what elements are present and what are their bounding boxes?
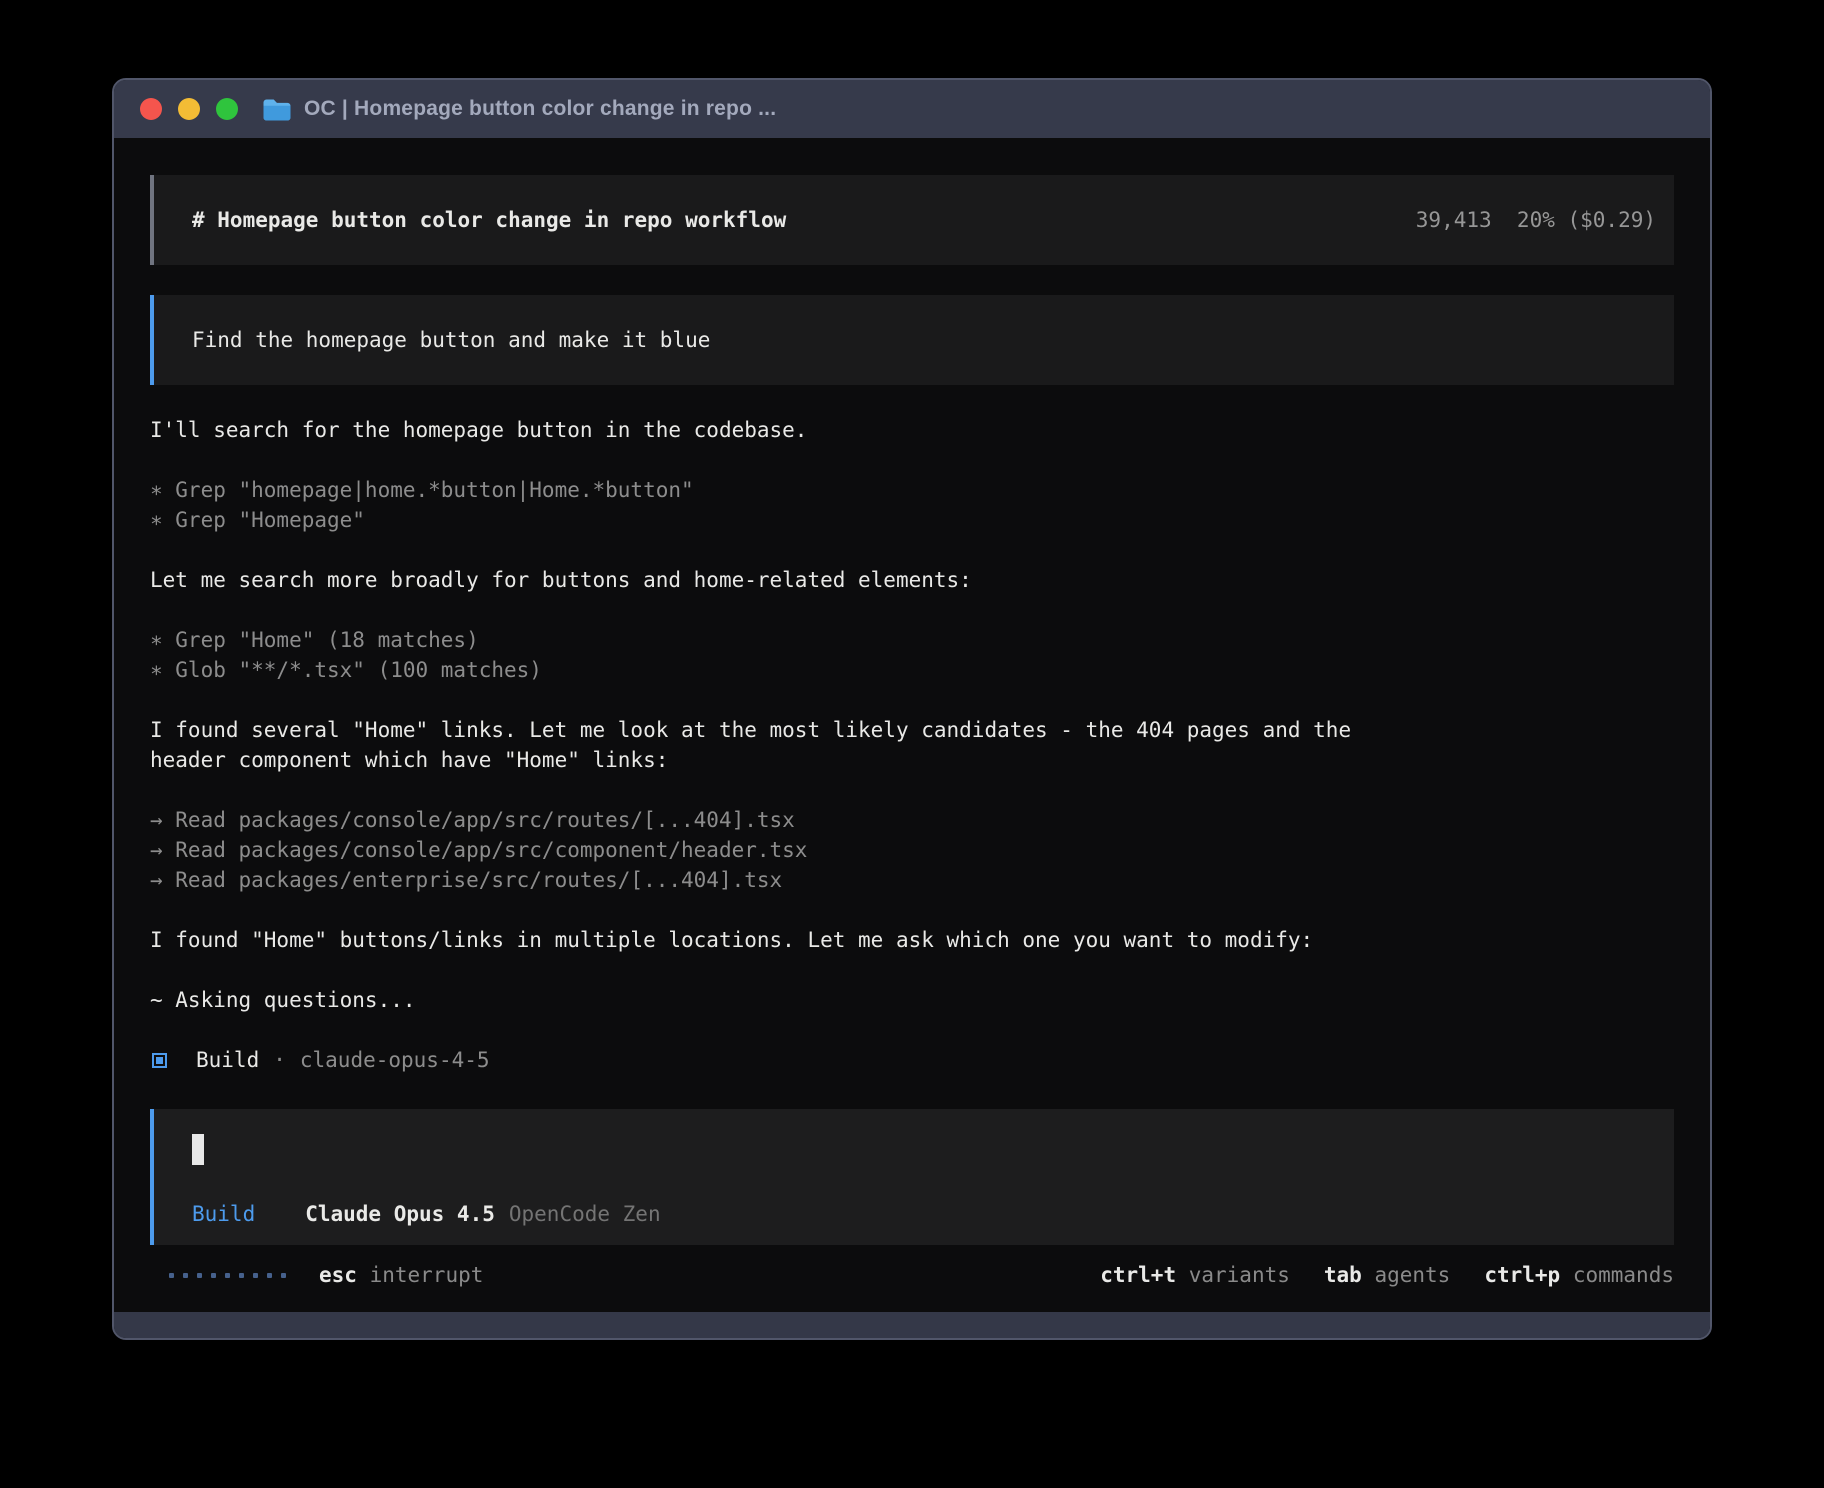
assistant-line: Let me search more broadly for buttons a… <box>150 565 1674 595</box>
traffic-lights <box>140 98 238 120</box>
titlebar[interactable]: OC | Homepage button color change in rep… <box>114 80 1710 138</box>
assistant-line: → Read packages/enterprise/src/routes/[.… <box>150 865 1674 895</box>
folder-icon <box>262 98 291 121</box>
spinner-dot <box>197 1273 202 1278</box>
spinner-dot <box>169 1273 174 1278</box>
assistant-line <box>150 685 1674 715</box>
status-separator: · <box>273 1048 286 1072</box>
user-message-text: Find the homepage button and make it blu… <box>192 328 710 352</box>
assistant-line: header component which have "Home" links… <box>150 745 1674 775</box>
assistant-line: ∗ Grep "Homepage" <box>150 505 1674 535</box>
zoom-button[interactable] <box>216 98 238 120</box>
window-bottom-edge <box>114 1312 1710 1338</box>
terminal-content: # Homepage button color change in repo w… <box>114 138 1710 1312</box>
shortcut-hint: esc interrupt <box>319 1263 483 1287</box>
shortcut-key: esc <box>319 1263 357 1287</box>
user-message-block: Find the homepage button and make it blu… <box>150 295 1674 385</box>
shortcut-hint: ctrl+p commands <box>1484 1263 1674 1287</box>
status-bar-left: esc interrupt <box>169 1263 483 1287</box>
shortcut-label: variants <box>1176 1263 1290 1287</box>
shortcut-label: agents <box>1362 1263 1451 1287</box>
footer-left-hints: esc interrupt <box>286 1263 483 1287</box>
assistant-line <box>150 595 1674 625</box>
agent-model: claude-opus-4-5 <box>300 1048 490 1072</box>
agent-name: Build <box>196 1048 259 1072</box>
window-title: OC | Homepage button color change in rep… <box>304 97 776 121</box>
shortcut-label: interrupt <box>357 1263 483 1287</box>
assistant-line: ∗ Grep "homepage|home.*button|Home.*butt… <box>150 475 1674 505</box>
status-bar-right: ctrl+t variants tab agents ctrl+p commands <box>1066 1263 1674 1287</box>
spinner-dot <box>239 1273 244 1278</box>
assistant-line <box>150 775 1674 805</box>
shortcut-key: ctrl+p <box>1484 1263 1560 1287</box>
spinner-dot <box>267 1273 272 1278</box>
spinner-dot <box>253 1273 258 1278</box>
session-stats: 39,413 20% ($0.29) <box>1416 208 1656 232</box>
shortcut-label: commands <box>1560 1263 1674 1287</box>
assistant-line <box>150 445 1674 475</box>
assistant-line: → Read packages/console/app/src/componen… <box>150 835 1674 865</box>
assistant-output: I'll search for the homepage button in t… <box>150 415 1674 1045</box>
spinner-dots <box>169 1273 286 1278</box>
terminal-window: OC | Homepage button color change in rep… <box>112 78 1712 1340</box>
close-button[interactable] <box>140 98 162 120</box>
input-model[interactable]: Claude Opus 4.5 <box>305 1202 495 1226</box>
spinner-dot <box>211 1273 216 1278</box>
prompt-input[interactable]: Build Claude Opus 4.5 OpenCode Zen <box>150 1109 1674 1245</box>
spinner-dot <box>183 1273 188 1278</box>
assistant-line <box>150 1015 1674 1045</box>
shortcut-hint: tab agents <box>1324 1263 1450 1287</box>
shortcut-key: tab <box>1324 1263 1362 1287</box>
input-provider: OpenCode Zen <box>509 1202 661 1226</box>
input-mode[interactable]: Build <box>192 1202 255 1226</box>
shortcut-key: ctrl+t <box>1100 1263 1176 1287</box>
input-meta: Build Claude Opus 4.5 OpenCode Zen <box>192 1202 1636 1226</box>
assistant-line: ∗ Glob "**/*.tsx" (100 matches) <box>150 655 1674 685</box>
shortcut-hint: ctrl+t variants <box>1100 1263 1290 1287</box>
assistant-line: ~ Asking questions... <box>150 985 1674 1015</box>
assistant-line <box>150 895 1674 925</box>
session-header: # Homepage button color change in repo w… <box>150 175 1674 265</box>
minimize-button[interactable] <box>178 98 200 120</box>
assistant-line: I'll search for the homepage button in t… <box>150 415 1674 445</box>
assistant-line: I found "Home" buttons/links in multiple… <box>150 925 1674 955</box>
assistant-line: I found several "Home" links. Let me loo… <box>150 715 1674 745</box>
text-cursor <box>192 1134 204 1165</box>
assistant-line <box>150 535 1674 565</box>
status-bar: esc interrupt ctrl+t variantstab agentsc… <box>150 1260 1674 1290</box>
session-title: # Homepage button color change in repo w… <box>192 208 786 232</box>
assistant-line: ∗ Grep "Home" (18 matches) <box>150 625 1674 655</box>
assistant-line <box>150 955 1674 985</box>
spinner-dot <box>225 1273 230 1278</box>
agent-status-icon <box>152 1053 167 1068</box>
agent-status-row: Build · claude-opus-4-5 <box>150 1045 1674 1075</box>
assistant-line: → Read packages/console/app/src/routes/[… <box>150 805 1674 835</box>
